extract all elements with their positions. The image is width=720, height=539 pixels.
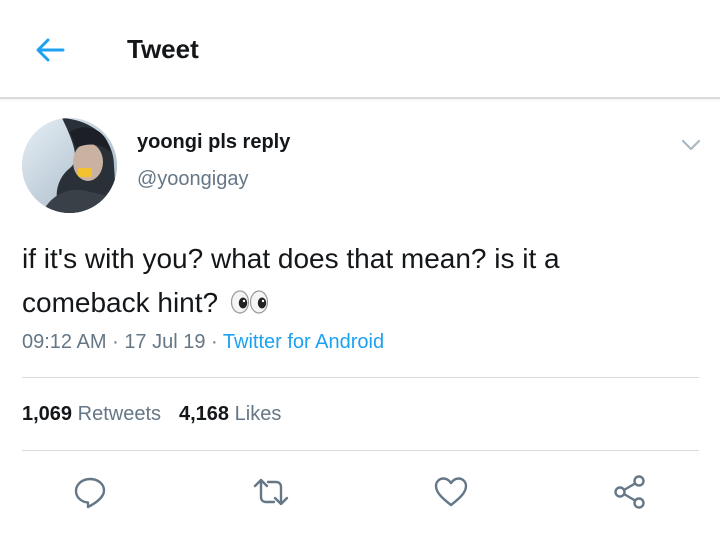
reply-button[interactable] <box>68 470 112 514</box>
app-header: Tweet <box>0 0 720 99</box>
share-button[interactable] <box>608 470 652 514</box>
likes-count: 4,168 <box>179 403 230 425</box>
page-title: Tweet <box>127 34 199 64</box>
meta-separator: · <box>112 331 119 353</box>
retweets-label: Retweets <box>77 403 161 425</box>
tweet-meta: 09:12 AM · 17 Jul 19 · Twitter for Andro… <box>22 331 384 354</box>
retweet-icon <box>253 478 289 506</box>
divider <box>22 450 699 451</box>
share-icon <box>614 475 645 509</box>
tweet-client-link[interactable]: Twitter for Android <box>223 331 384 353</box>
retweets-stat[interactable]: 1,069 Retweets <box>22 403 161 425</box>
heart-icon <box>434 477 468 507</box>
tweet-time: 09:12 AM <box>22 331 107 353</box>
likes-label: Likes <box>234 403 282 425</box>
display-name[interactable]: yoongi pls reply <box>137 131 290 154</box>
tweet-date: 17 Jul 19 <box>124 331 206 353</box>
retweet-button[interactable] <box>249 470 293 514</box>
meta-separator: · <box>211 331 218 353</box>
tweet-text-line2: comeback hint? <box>22 287 219 318</box>
avatar-image <box>22 118 117 213</box>
divider <box>22 377 699 378</box>
reply-icon <box>74 477 106 509</box>
eyes-emoji <box>230 290 268 314</box>
tweet-stats: 1,069 Retweets 4,168 Likes <box>22 403 281 426</box>
retweets-count: 1,069 <box>22 403 73 425</box>
tweet-text-line1: if it's with you? what does that mean? i… <box>22 243 560 274</box>
tweet-actions <box>0 470 720 514</box>
likes-stat[interactable]: 4,168 Likes <box>179 403 281 425</box>
back-button[interactable] <box>30 30 70 70</box>
tweet-text: if it's with you? what does that mean? i… <box>22 237 692 325</box>
avatar[interactable] <box>22 118 117 213</box>
user-handle[interactable]: @yoongigay <box>137 168 248 191</box>
chevron-down-icon <box>681 139 701 151</box>
arrow-left-icon <box>36 38 65 62</box>
like-button[interactable] <box>429 470 473 514</box>
tweet-options-button[interactable] <box>680 134 702 156</box>
